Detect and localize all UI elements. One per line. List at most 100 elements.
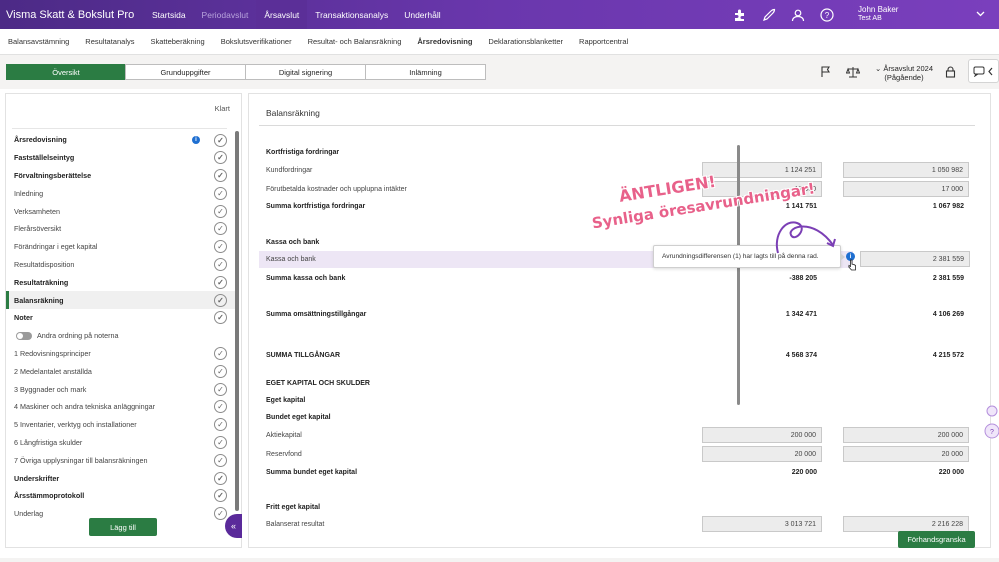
previous-year-value[interactable]: 200 000 [843,427,969,443]
check-circle-icon[interactable]: ✓ [214,258,227,272]
current-year-value[interactable]: 3 013 721 [702,516,822,532]
check-circle-icon[interactable]: ✓ [214,240,227,254]
sub-nav-arsredovisning[interactable]: Årsredovisning [409,37,480,46]
section-item[interactable]: Årsstämmoprotokoll ✓ [6,487,235,505]
check-circle-icon[interactable]: ✓ [214,436,227,450]
section-item[interactable]: Årsredovisning i ✓ [6,131,235,149]
current-year-value[interactable]: 20 000 [702,446,822,462]
section-item[interactable]: Fastställelseintyg ✓ [6,149,235,167]
top-nav-arsavslut[interactable]: Årsavslut [256,0,308,29]
section-item[interactable]: 7 Övriga upplysningar till balansräkning… [6,451,235,469]
assistant-icon[interactable]: ? [983,403,999,445]
check-circle-icon[interactable]: ✓ [214,293,227,307]
flag-icon[interactable] [820,64,832,80]
previous-year-value[interactable]: 2 381 559 [860,251,970,267]
help-icon[interactable]: ? [819,7,835,23]
table-row: Kortfristiga fordringar [266,144,976,160]
sub-nav-resultat-och-balansrakning[interactable]: Resultat- och Balansräkning [300,37,410,46]
main-scrollbar[interactable] [737,145,740,405]
check-circle-icon[interactable]: ✓ [214,400,227,414]
tabs-row: Översikt Grunduppgifter Digital signerin… [0,55,999,89]
check-circle-icon[interactable]: ✓ [214,151,227,165]
section-item[interactable]: 1 Redovisningsprinciper ✓ [6,345,235,363]
section-item[interactable]: Inledning ✓ [6,184,235,202]
previous-year-value[interactable]: 20 000 [843,446,969,462]
section-item[interactable]: Verksamheten ✓ [6,202,235,220]
top-nav-transaktionsanalys[interactable]: Transaktionsanalys [307,0,396,29]
user-menu[interactable]: John Baker Test AB [858,5,898,23]
section-item[interactable]: 5 Inventarier, verktyg och installatione… [6,416,235,434]
check-circle-icon[interactable]: ✓ [214,364,227,378]
row-label: Fritt eget kapital [266,503,321,511]
section-item[interactable]: Flerårsöversikt ✓ [6,220,235,238]
row-label: Eget kapital [266,396,306,404]
scale-icon[interactable] [846,64,860,80]
sub-nav-bokslutsverifikationer[interactable]: Bokslutsverifikationer [213,37,300,46]
previous-year-value[interactable]: 17 000 [843,181,969,197]
check-circle-icon[interactable]: ✓ [214,382,227,396]
check-circle-icon[interactable]: ✓ [214,275,227,289]
section-item[interactable]: 6 Långfristiga skulder ✓ [6,434,235,452]
section-item[interactable]: 2 Medelantalet anställda ✓ [6,362,235,380]
puzzle-icon[interactable] [732,7,748,23]
sub-nav-balansavstamning[interactable]: Balansavstämning [0,37,77,46]
check-circle-icon[interactable]: ✓ [214,204,227,218]
info-icon[interactable]: i [192,136,200,144]
section-item[interactable]: Andra ordning på noterna [6,327,235,345]
sub-nav-deklarationsblanketter[interactable]: Deklarationsblanketter [480,37,571,46]
top-nav-startsida[interactable]: Startsida [144,0,194,29]
check-circle-icon[interactable]: ✓ [214,311,227,325]
toggle-switch[interactable] [16,331,32,340]
tab-grunduppgifter[interactable]: Grunduppgifter [125,64,246,80]
check-circle-icon[interactable]: ✓ [214,222,227,236]
section-item[interactable]: Balansräkning ✓ [6,291,235,309]
table-row: Summa omsättningstillgångar 1 342 471 4 10… [266,306,976,322]
tab-inlamning[interactable]: Inlämning [365,64,486,80]
sub-nav-skatteberakning[interactable]: Skatteberäkning [143,37,213,46]
current-year-value[interactable]: 1 124 251 [702,162,822,178]
section-item-label: 5 Inventarier, verktyg och installatione… [14,420,137,430]
tab-digital-signering[interactable]: Digital signering [245,64,366,80]
section-item[interactable]: 4 Maskiner och andra tekniska anläggning… [6,398,235,416]
previous-year-value[interactable]: 2 216 228 [843,516,969,532]
section-item-label: Resultatdisposition [14,259,75,269]
check-circle-icon[interactable]: ✓ [214,507,227,521]
preview-button[interactable]: Förhandsgranska [898,531,975,548]
section-item[interactable]: Noter ✓ [6,309,235,327]
check-circle-icon[interactable]: ✓ [214,133,227,147]
check-circle-icon[interactable]: ✓ [214,471,227,485]
chat-button[interactable] [968,59,999,83]
user-company: Test AB [858,15,882,22]
section-item[interactable]: 3 Byggnader och mark ✓ [6,380,235,398]
sub-nav-resultatanalys[interactable]: Resultatanalys [77,37,142,46]
section-item[interactable]: Resultatdisposition ✓ [6,256,235,274]
current-year-value[interactable]: 200 000 [702,427,822,443]
divider [259,125,975,126]
page-title: Balansräkning [266,108,320,118]
check-circle-icon[interactable]: ✓ [214,418,227,432]
add-button[interactable]: Lägg till [89,518,157,536]
section-item[interactable]: Förändringar i eget kapital ✓ [6,238,235,256]
check-circle-icon[interactable]: ✓ [214,489,227,503]
collapse-panel-button[interactable]: « [225,514,242,538]
fiscal-year-selector[interactable]: ⌄ Årsavslut 2024 (Pågående) [875,64,933,82]
left-scrollbar[interactable] [235,131,239,511]
section-item[interactable]: Resultaträkning ✓ [6,273,235,291]
rocket-icon[interactable] [761,7,777,23]
double-chevron-left-icon: « [230,521,236,531]
check-circle-icon[interactable]: ✓ [214,186,227,200]
section-item[interactable]: Underskrifter ✓ [6,469,235,487]
top-nav-periodavslut[interactable]: Periodavslut [194,0,257,29]
check-circle-icon[interactable]: ✓ [214,347,227,361]
check-circle-icon[interactable]: ✓ [214,169,227,183]
lock-icon[interactable] [945,64,956,80]
section-item[interactable]: Förvaltningsberättelse ✓ [6,167,235,185]
sub-nav-rapportcentral[interactable]: Rapportcentral [571,37,636,46]
row-label: Summa bundet eget kapital [266,468,358,476]
previous-year-value[interactable]: 1 050 982 [843,162,969,178]
top-nav-underhall[interactable]: Underhåll [396,0,448,29]
check-circle-icon[interactable]: ✓ [214,453,227,467]
user-icon[interactable] [790,7,806,23]
tab-oversikt[interactable]: Översikt [6,64,126,80]
chevron-down-icon[interactable] [976,9,985,20]
